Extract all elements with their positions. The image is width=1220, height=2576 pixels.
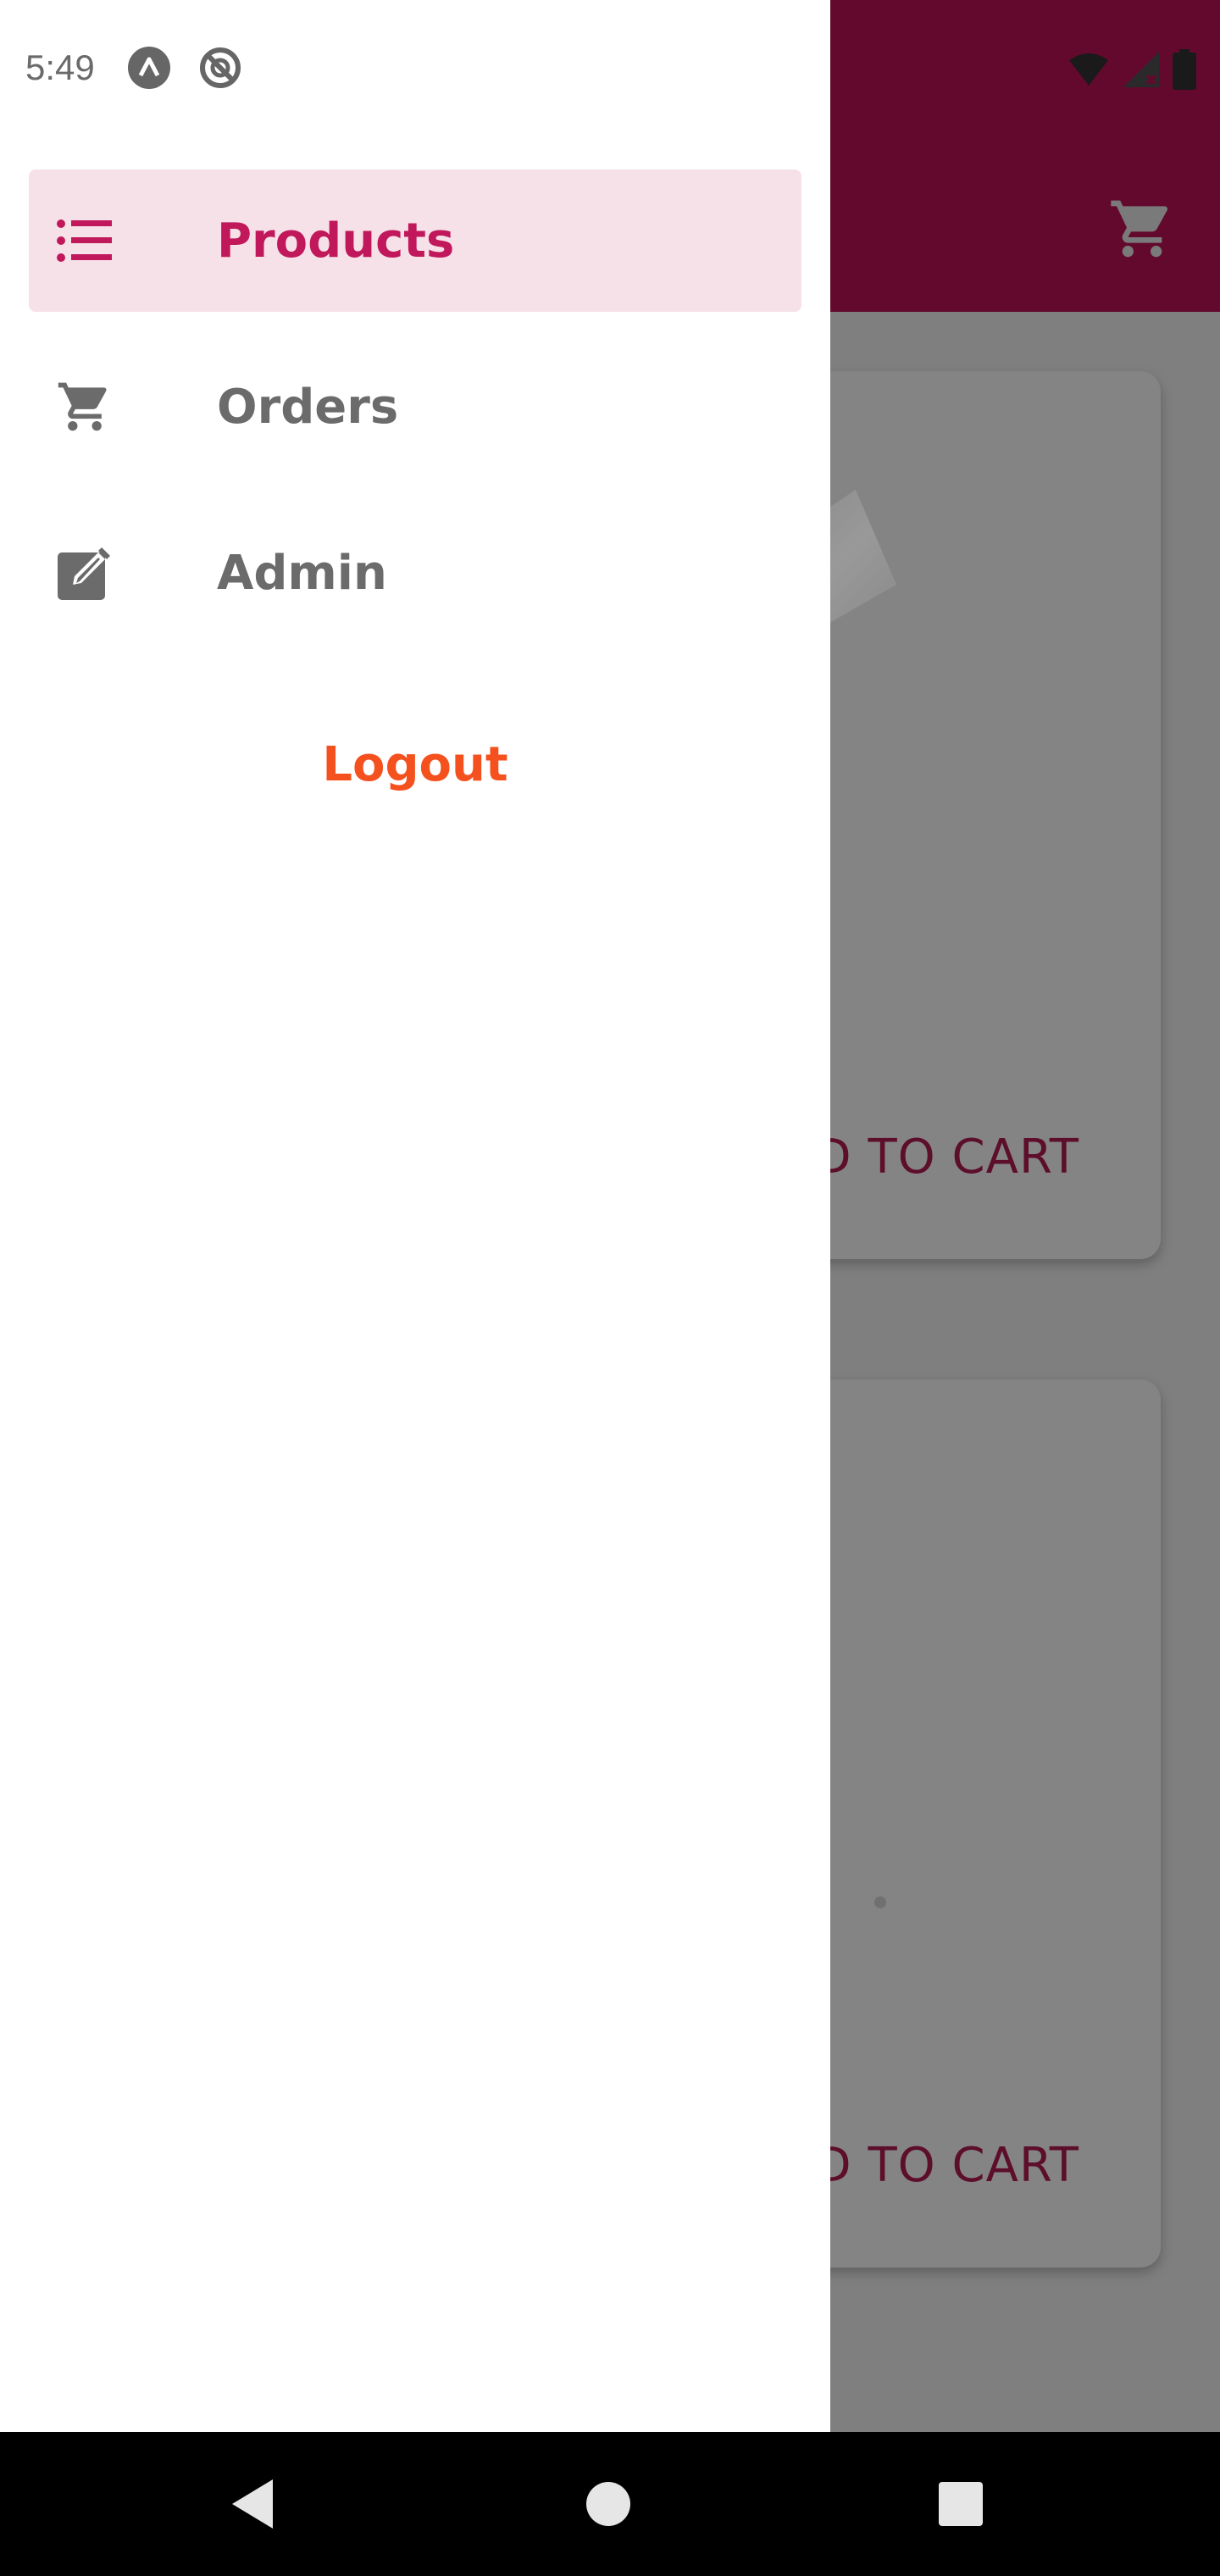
shopping-cart-icon — [56, 378, 114, 436]
navigation-drawer: 5:49 Products Orders Admin Logout — [0, 0, 830, 2432]
home-icon[interactable] — [585, 2480, 632, 2528]
status-bar-left: 5:49 — [25, 46, 242, 90]
status-icons-right — [1068, 49, 1196, 90]
drawer-item-label: Products — [217, 213, 455, 269]
drawer-item-label: Admin — [217, 545, 387, 601]
wifi-icon — [1069, 53, 1108, 86]
back-icon[interactable] — [229, 2478, 276, 2530]
drawer-item-admin[interactable]: Admin — [29, 502, 801, 644]
product-image — [874, 1896, 886, 1908]
shopping-cart-icon[interactable] — [1108, 195, 1176, 263]
logout-button[interactable]: Logout — [0, 737, 830, 792]
status-time: 5:49 — [25, 47, 95, 87]
app-notification-icon — [127, 47, 170, 89]
drawer-item-orders[interactable]: Orders — [29, 336, 801, 478]
cellular-no-signal-icon — [1123, 52, 1159, 87]
system-navigation-bar — [0, 2432, 1220, 2576]
drawer-item-label: Orders — [217, 379, 399, 435]
list-icon — [56, 212, 114, 269]
drawer-item-products[interactable]: Products — [29, 169, 801, 312]
battery-icon — [1173, 49, 1196, 90]
blocked-icon — [199, 47, 241, 88]
edit-icon — [56, 544, 114, 602]
recents-icon[interactable] — [937, 2480, 984, 2528]
